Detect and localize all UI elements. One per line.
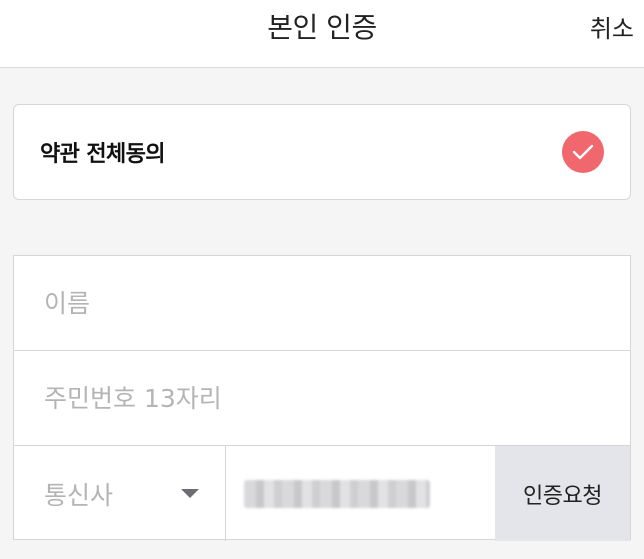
chevron-down-icon xyxy=(181,489,199,498)
page-title: 본인 인증 xyxy=(267,11,377,44)
request-verification-button[interactable]: 인증요청 xyxy=(495,446,630,541)
agree-all-terms[interactable]: 약관 전체동의 xyxy=(13,104,631,200)
verification-form: 통신사 인증요청 xyxy=(13,255,631,541)
carrier-select[interactable]: 통신사 xyxy=(14,446,226,541)
name-input[interactable] xyxy=(14,256,630,350)
phone-row: 통신사 인증요청 xyxy=(14,446,630,541)
check-icon[interactable] xyxy=(562,131,604,173)
cancel-button[interactable]: 취소 xyxy=(590,0,634,52)
top-bar: 본인 인증 취소 xyxy=(0,0,644,68)
rrn-row xyxy=(14,351,630,446)
rrn-input[interactable] xyxy=(14,351,630,445)
agree-all-label: 약관 전체동의 xyxy=(40,142,166,167)
carrier-label: 통신사 xyxy=(44,480,114,510)
blurred-phone-number xyxy=(244,479,430,508)
phone-number-field[interactable] xyxy=(226,446,496,541)
name-row xyxy=(14,256,630,351)
